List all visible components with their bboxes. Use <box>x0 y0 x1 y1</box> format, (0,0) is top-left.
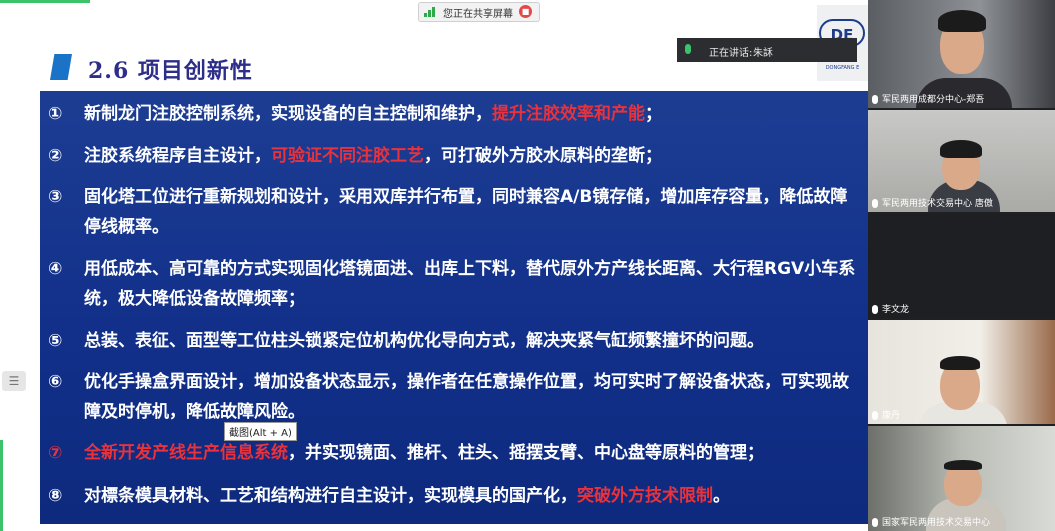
item-highlight: 可验证不同注胶工艺 <box>271 146 424 166</box>
participant-tile-4[interactable]: 康丹 <box>868 320 1055 424</box>
mic-icon <box>872 518 878 527</box>
item-number: ④ <box>48 259 63 279</box>
item-text-tail: ； <box>645 104 662 124</box>
screen-share-bar[interactable]: 您正在共享屏幕 ■ <box>418 2 540 22</box>
speaker-name: 朱訸 <box>753 48 773 59</box>
item-number: ③ <box>48 187 63 207</box>
mic-icon <box>872 411 878 420</box>
participant-tile-2[interactable]: 军民两用技术交易中心 唐傲 <box>868 110 1055 212</box>
item-number: ② <box>48 146 63 166</box>
participant-tile-5[interactable]: 国家军民两用技术交易中心 <box>868 426 1055 531</box>
participant-name: 李文龙 <box>872 302 909 315</box>
item-text: 优化手操盒界面设计，增加设备状态显示，操作者在任意操作位置，均可实时了解设备状态… <box>84 372 849 422</box>
item-number: ① <box>48 104 63 124</box>
mic-icon <box>872 199 878 208</box>
logo-subtext: DONGFANG E <box>825 65 860 71</box>
signal-icon <box>424 7 436 17</box>
participant-name: 康丹 <box>872 408 900 421</box>
participant-name: 国家军民两用技术交易中心 <box>872 515 990 528</box>
item-highlight: 全新开发产线生产信息系统 <box>84 443 288 463</box>
menu-icon[interactable]: ☰ <box>2 371 26 391</box>
shared-slide: 2.6 项目创新性 DE DONGFANG E ① 新制龙门注胶控制系统，实现设… <box>0 0 868 531</box>
item-text: 对標条模具材料、工艺和结构进行自主设计，实现模具的国产化， <box>84 486 577 506</box>
stop-share-button[interactable]: ■ <box>519 5 532 18</box>
item-text-tail: ，可打破外方胶水原料的垄断； <box>424 146 662 166</box>
item-text: 固化塔工位进行重新规划和设计，采用双库并行布置，同时兼容A/B镜存储，增加库存容… <box>84 187 848 237</box>
item-text: ，并实现镜面、推杆、柱头、摇摆支臂、中心盘等原料的管理； <box>288 443 764 463</box>
participant-name: 军民两用成都分中心-郑吾 <box>872 92 984 105</box>
mic-icon <box>872 95 878 104</box>
participant-video-panel: 军民两用成都分中心-郑吾 军民两用技术交易中心 唐傲 李文龙 康丹 国家军民两用… <box>868 0 1055 531</box>
share-border-top <box>0 0 90 3</box>
item-highlight: 提升注胶效率和产能 <box>492 104 645 124</box>
share-border-left <box>0 440 3 531</box>
participant-name: 军民两用技术交易中心 唐傲 <box>872 196 993 209</box>
mic-icon <box>685 44 691 54</box>
screenshot-tooltip: 截图(Alt + A) <box>224 422 297 441</box>
share-status-label: 您正在共享屏幕 <box>443 9 513 20</box>
participant-tile-1[interactable]: 军民两用成都分中心-郑吾 <box>868 0 1055 108</box>
item-number: ⑥ <box>48 372 63 392</box>
title-accent-mark <box>50 54 72 80</box>
speaking-label: 正在讲话: <box>709 48 753 59</box>
item-number: ⑦ <box>48 443 63 463</box>
slide-title: 2.6 项目创新性 <box>88 58 253 84</box>
item-text: 注胶系统程序自主设计， <box>84 146 271 166</box>
item-text: 总装、表征、面型等工位柱头锁紧定位机构优化导向方式，解决夹紧气缸频繁撞坏的问题。 <box>84 331 764 351</box>
item-text: 用低成本、高可靠的方式实现固化塔镜面进、出库上下料，替代原外方产线长距离、大行程… <box>84 259 856 309</box>
item-number: ⑤ <box>48 331 63 351</box>
item-highlight: 突破外方技术限制 <box>577 486 713 506</box>
item-text-tail: 。 <box>713 486 730 506</box>
participant-tile-3[interactable]: 李文龙 <box>868 214 1055 318</box>
item-number: ⑧ <box>48 486 63 506</box>
speaking-indicator: 正在讲话: 朱訸 <box>677 38 857 62</box>
mic-icon <box>872 305 878 314</box>
item-text: 新制龙门注胶控制系统，实现设备的自主控制和维护， <box>84 104 492 124</box>
content-panel: ① 新制龙门注胶控制系统，实现设备的自主控制和维护，提升注胶效率和产能； ② 注… <box>40 91 868 524</box>
